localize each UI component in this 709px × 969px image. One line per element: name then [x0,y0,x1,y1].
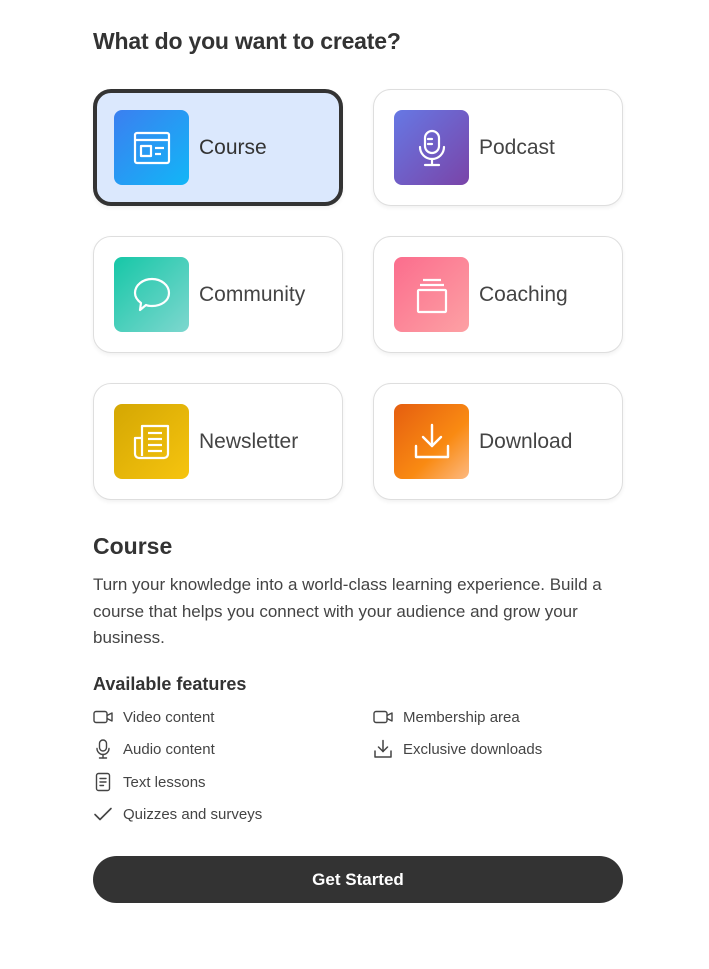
chat-bubble-icon [114,257,189,332]
option-coaching-card[interactable]: Coaching [373,236,623,353]
video-icon [93,707,113,727]
option-label: Podcast [479,136,555,159]
option-download-card[interactable]: Download [373,383,623,500]
microphone-icon [93,739,113,759]
feature-label: Exclusive downloads [403,740,543,758]
feature-item: Video content [93,707,214,727]
feature-item: Quizzes and surveys [93,804,262,824]
newspaper-icon [114,404,189,479]
page-title: What do you want to create? [93,28,401,54]
video-icon [373,707,393,727]
course-icon [114,110,189,185]
feature-label: Quizzes and surveys [123,805,263,823]
feature-item: Text lessons [93,772,206,792]
download-icon [394,404,469,479]
download-icon [373,739,393,759]
selected-option-title: Course [93,533,173,559]
option-label: Download [479,430,573,453]
selected-option-description: Turn your knowledge into a world-class l… [93,575,602,647]
coaching-stack-icon [394,257,469,332]
feature-item: Exclusive downloads [373,739,542,759]
feature-label: Text lessons [123,773,206,791]
feature-label: Video content [123,708,215,726]
microphone-icon [394,110,469,185]
option-label: Community [199,283,306,306]
feature-label: Audio content [123,740,215,758]
option-label: Course [199,136,267,159]
option-newsletter-card[interactable]: Newsletter [93,383,343,500]
feature-item: Audio content [93,739,215,759]
features-heading: Available features [93,674,247,694]
option-label: Newsletter [199,430,299,453]
feature-item: Membership area [373,707,520,727]
feature-label: Membership area [403,708,520,726]
option-label: Coaching [479,283,568,306]
option-podcast-card[interactable]: Podcast [373,89,623,206]
document-icon [93,772,113,792]
option-course-card[interactable]: Course [93,89,343,206]
option-community-card[interactable]: Community [93,236,343,353]
checkmark-icon [93,804,113,824]
get-started-button[interactable]: Get Started [93,856,623,903]
